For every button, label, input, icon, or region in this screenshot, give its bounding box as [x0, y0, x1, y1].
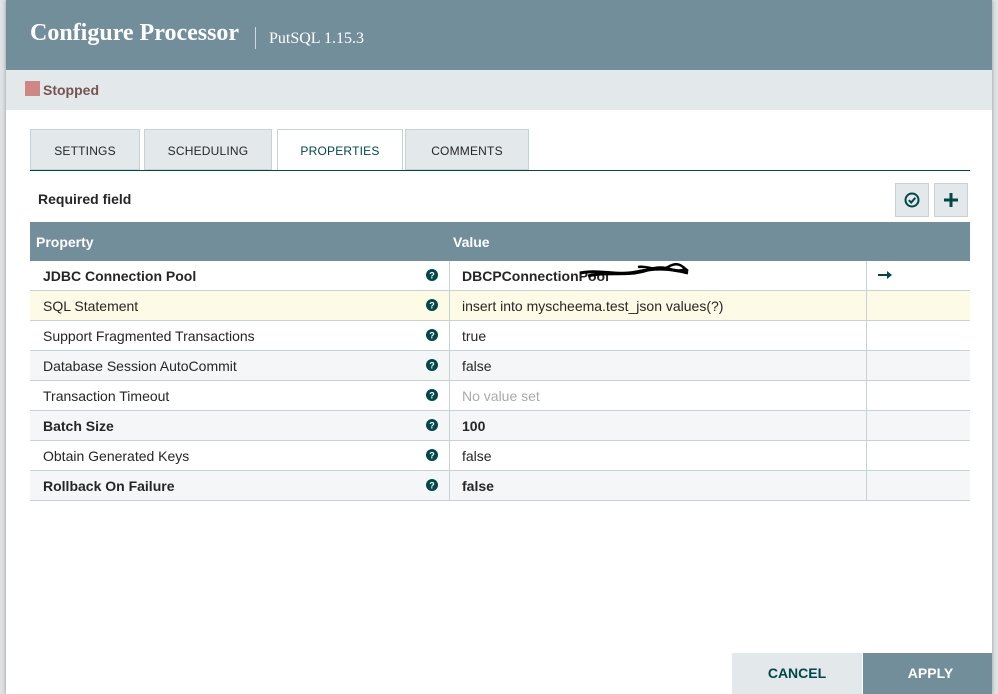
table-header: Property Value: [30, 222, 970, 261]
status-bar: Stopped: [6, 70, 992, 110]
column-divider: [866, 321, 867, 350]
table-row[interactable]: Support Fragmented Transactions ? true: [30, 321, 970, 351]
help-icon[interactable]: ?: [426, 419, 438, 431]
table-row[interactable]: Obtain Generated Keys ? false: [30, 441, 970, 471]
help-icon[interactable]: ?: [426, 299, 438, 311]
property-value[interactable]: false: [462, 358, 492, 374]
check-circle-icon: [904, 192, 920, 208]
table-row[interactable]: SQL Statement ? insert into myscheema.te…: [30, 291, 970, 321]
property-name: Batch Size: [43, 418, 114, 434]
help-icon[interactable]: ?: [426, 359, 438, 371]
column-divider: [449, 411, 450, 440]
apply-button[interactable]: APPLY: [863, 653, 992, 694]
svg-text:?: ?: [429, 300, 435, 310]
column-divider: [449, 441, 450, 470]
table-row[interactable]: Transaction Timeout ? No value set: [30, 381, 970, 411]
processor-type: PutSQL 1.15.3: [269, 30, 364, 47]
column-divider: [449, 261, 450, 290]
property-value[interactable]: No value set: [462, 388, 540, 404]
tab-settings[interactable]: SETTINGS: [30, 129, 140, 170]
column-divider: [866, 411, 867, 440]
property-value[interactable]: true: [462, 328, 486, 344]
tab-comments[interactable]: COMMENTS: [405, 129, 529, 170]
property-value[interactable]: false: [462, 448, 492, 464]
svg-text:?: ?: [429, 450, 435, 460]
help-icon[interactable]: ?: [426, 449, 438, 461]
column-divider: [866, 351, 867, 380]
column-divider: [449, 321, 450, 350]
svg-text:?: ?: [429, 360, 435, 370]
table-row[interactable]: JDBC Connection Pool ? DBCPConnectionPoo…: [30, 261, 970, 291]
verify-button[interactable]: [895, 183, 929, 217]
table-row[interactable]: Database Session AutoCommit ? false: [30, 351, 970, 381]
property-name: Database Session AutoCommit: [43, 358, 237, 374]
property-name: JDBC Connection Pool: [43, 268, 197, 284]
column-header-property: Property: [36, 234, 94, 250]
svg-text:?: ?: [429, 420, 435, 430]
property-value[interactable]: insert into myscheema.test_json values(?…: [462, 298, 723, 314]
tab-scheduling[interactable]: SCHEDULING: [144, 129, 272, 170]
property-value[interactable]: 100: [462, 418, 485, 434]
column-divider: [866, 291, 867, 320]
column-divider: [866, 441, 867, 470]
title-separator: [255, 27, 256, 49]
property-name: Rollback On Failure: [43, 478, 175, 494]
svg-text:?: ?: [429, 270, 435, 280]
help-icon[interactable]: ?: [426, 389, 438, 401]
svg-text:?: ?: [429, 390, 435, 400]
cancel-button[interactable]: CANCEL: [732, 653, 862, 694]
status-label: Stopped: [43, 82, 99, 98]
table-row[interactable]: Batch Size ? 100: [30, 411, 970, 441]
properties-table: Property Value JDBC Connection Pool ? DB…: [30, 222, 970, 501]
add-property-button[interactable]: [934, 183, 968, 217]
column-divider: [449, 291, 450, 320]
help-icon[interactable]: ?: [426, 269, 438, 281]
property-name: Transaction Timeout: [43, 388, 170, 404]
help-icon[interactable]: ?: [426, 479, 438, 491]
dialog-header: Configure Processor PutSQL 1.15.3: [6, 0, 992, 70]
column-divider: [449, 351, 450, 380]
tab-properties[interactable]: PROPERTIES: [277, 129, 403, 171]
column-divider: [449, 381, 450, 410]
tab-underline: [30, 170, 970, 171]
column-divider: [866, 381, 867, 410]
svg-text:?: ?: [429, 480, 435, 490]
help-icon[interactable]: ?: [426, 329, 438, 341]
required-field-label: Required field: [38, 191, 132, 207]
column-divider: [866, 471, 867, 500]
plus-icon: [944, 193, 958, 207]
redaction-scribble: [579, 263, 689, 278]
table-row[interactable]: Rollback On Failure ? false: [30, 471, 970, 501]
column-header-value: Value: [453, 234, 490, 250]
property-name: Support Fragmented Transactions: [43, 328, 255, 344]
property-value[interactable]: false: [462, 478, 494, 494]
column-divider: [866, 261, 867, 290]
stopped-icon: [25, 81, 40, 96]
dialog-title: Configure Processor: [30, 20, 240, 46]
property-name: SQL Statement: [43, 298, 139, 314]
property-name: Obtain Generated Keys: [43, 448, 190, 464]
column-divider: [449, 471, 450, 500]
svg-text:?: ?: [429, 330, 435, 340]
configure-processor-dialog: Configure Processor PutSQL 1.15.3 Stoppe…: [6, 0, 992, 694]
go-to-service-arrow-icon[interactable]: [878, 268, 894, 282]
